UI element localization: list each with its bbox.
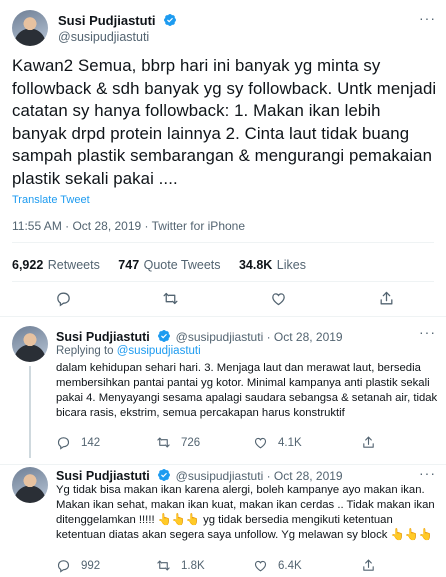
- heart-icon: [253, 558, 268, 573]
- divider: [12, 242, 434, 243]
- reply-icon: [56, 435, 71, 450]
- likes-count: 34.8K: [238, 258, 273, 272]
- author-handle[interactable]: @susipudjiastuti: [58, 30, 149, 44]
- replying-to: Replying to @susipudjiastuti: [56, 345, 201, 357]
- share-icon[interactable]: [378, 290, 395, 307]
- quote-tweets-stat[interactable]: 747 Quote Tweets: [118, 256, 225, 273]
- share-button[interactable]: [361, 558, 386, 573]
- verified-badge-icon: [157, 329, 171, 343]
- divider: [0, 316, 446, 317]
- reply-header: Susi Pudjiastuti @susipudjiastuti · Oct …: [56, 328, 343, 346]
- retweet-icon[interactable]: [162, 290, 179, 307]
- tweet-meta: 11:55 AM · Oct 28, 2019 · Twitter for iP…: [12, 219, 246, 233]
- reply-avatar[interactable]: [12, 467, 48, 503]
- share-icon: [361, 558, 376, 573]
- translate-tweet-link[interactable]: Translate Tweet: [12, 194, 90, 206]
- divider: [12, 281, 434, 282]
- heart-icon: [253, 435, 268, 450]
- reply-action-bar: 142 726 4.1K: [56, 435, 441, 453]
- retweet-count: 726: [181, 436, 201, 449]
- divider: [0, 464, 446, 465]
- retweet-icon: [156, 435, 171, 450]
- author-avatar[interactable]: [12, 10, 48, 46]
- share-button[interactable]: [361, 435, 386, 450]
- retweets-label: Retweets: [47, 258, 100, 272]
- reply-button[interactable]: 142: [56, 435, 100, 450]
- thread-line: [29, 366, 31, 458]
- reply-handle-date[interactable]: @susipudjiastuti · Oct 28, 2019: [176, 469, 343, 483]
- reply-handle-date[interactable]: @susipudjiastuti · Oct 28, 2019: [176, 330, 343, 344]
- reply-count: 992: [81, 559, 101, 572]
- quotes-count: 747: [118, 258, 140, 272]
- like-count: 4.1K: [278, 436, 302, 449]
- tweet-text: Kawan2 Semua, bbrp hari ini banyak yg mi…: [12, 56, 437, 188]
- author-name-row[interactable]: Susi Pudjiastuti: [58, 12, 177, 30]
- reply-count: 142: [81, 436, 101, 449]
- reply-text: Yg tidak bisa makan ikan karena alergi, …: [56, 484, 435, 541]
- reply-author-name[interactable]: Susi Pudjiastuti: [56, 330, 150, 344]
- reply-button[interactable]: 992: [56, 558, 100, 573]
- more-icon[interactable]: ···: [419, 324, 436, 340]
- replying-to-label: Replying to: [56, 345, 114, 357]
- quotes-label: Quote Tweets: [143, 258, 221, 272]
- retweet-icon: [156, 558, 171, 573]
- retweet-button[interactable]: 1.8K: [156, 558, 205, 573]
- reply-text: dalam kehidupan sehari hari. 3. Menjaga …: [56, 362, 438, 419]
- retweet-button[interactable]: 726: [156, 435, 200, 450]
- replying-to-handle[interactable]: @susipudjiastuti: [117, 345, 201, 357]
- author-name[interactable]: Susi Pudjiastuti: [58, 13, 156, 28]
- reply-icon[interactable]: [55, 290, 72, 307]
- tweet-stats: 6,922 Retweets 747 Quote Tweets 34.8K Li…: [12, 256, 306, 274]
- heart-icon[interactable]: [270, 290, 287, 307]
- retweets-stat[interactable]: 6,922 Retweets: [12, 256, 104, 273]
- retweets-count: 6,922: [12, 258, 44, 272]
- reply-icon: [56, 558, 71, 573]
- likes-label: Likes: [276, 258, 306, 272]
- reply-avatar[interactable]: [12, 326, 48, 362]
- reply-author-name[interactable]: Susi Pudjiastuti: [56, 469, 150, 483]
- like-count: 6.4K: [278, 559, 302, 572]
- likes-stat[interactable]: 34.8K Likes: [239, 256, 306, 273]
- main-action-bar: [0, 290, 446, 312]
- more-icon[interactable]: ···: [419, 10, 436, 26]
- more-icon[interactable]: ···: [419, 465, 436, 481]
- reply-action-bar: 992 1.8K 6.4K: [56, 558, 441, 576]
- verified-badge-icon: [157, 468, 171, 482]
- like-button[interactable]: 6.4K: [253, 558, 302, 573]
- verified-badge-icon: [163, 13, 177, 27]
- share-icon: [361, 435, 376, 450]
- retweet-count: 1.8K: [181, 559, 205, 572]
- like-button[interactable]: 4.1K: [253, 435, 302, 450]
